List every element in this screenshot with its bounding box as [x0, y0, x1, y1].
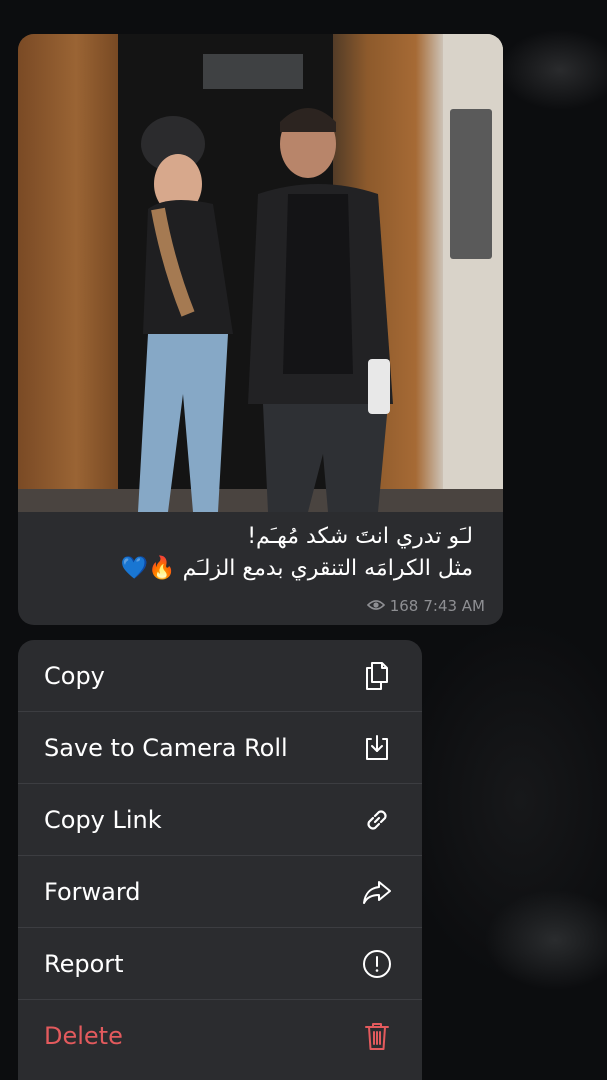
menu-item-label: Save to Camera Roll	[44, 733, 288, 762]
menu-item-label: Copy	[44, 661, 105, 690]
save-icon	[360, 731, 394, 765]
menu-item-report[interactable]: Report	[18, 928, 422, 1000]
menu-item-save-to-camera-roll[interactable]: Save to Camera Roll	[18, 712, 422, 784]
message-caption: لـَو تدري انتَ شكد مُهـَم! مثل الكرامَه …	[33, 521, 473, 585]
copy-icon	[360, 659, 394, 693]
menu-item-delete[interactable]: Delete	[18, 1000, 422, 1071]
context-menu: Copy Save to Camera Roll Copy Link Forwa…	[18, 640, 422, 1080]
view-count: 168	[389, 597, 419, 615]
menu-item-label: Forward	[44, 877, 141, 906]
menu-item-copy-link[interactable]: Copy Link	[18, 784, 422, 856]
forward-icon	[360, 875, 394, 909]
message-time: 7:43 AM	[423, 597, 485, 615]
eye-icon	[366, 597, 385, 615]
trash-icon	[360, 1019, 394, 1053]
menu-item-label: Report	[44, 949, 124, 978]
menu-item-label: Delete	[44, 1021, 123, 1050]
message-meta: 168 7:43 AM	[366, 597, 485, 615]
photo-illustration	[18, 34, 503, 512]
caption-line-1: لـَو تدري انتَ شكد مُهـَم!	[247, 524, 473, 549]
caption-line-2: مثل الكرامَه التنقري بدمع الزلـَم 🔥💙	[120, 556, 473, 581]
link-icon	[360, 803, 394, 837]
menu-item-copy[interactable]: Copy	[18, 640, 422, 712]
message-photo[interactable]	[18, 34, 503, 512]
report-icon	[360, 947, 394, 981]
menu-item-forward[interactable]: Forward	[18, 856, 422, 928]
menu-item-label: Copy Link	[44, 805, 162, 834]
message-bubble[interactable]: لـَو تدري انتَ شكد مُهـَم! مثل الكرامَه …	[18, 34, 503, 625]
